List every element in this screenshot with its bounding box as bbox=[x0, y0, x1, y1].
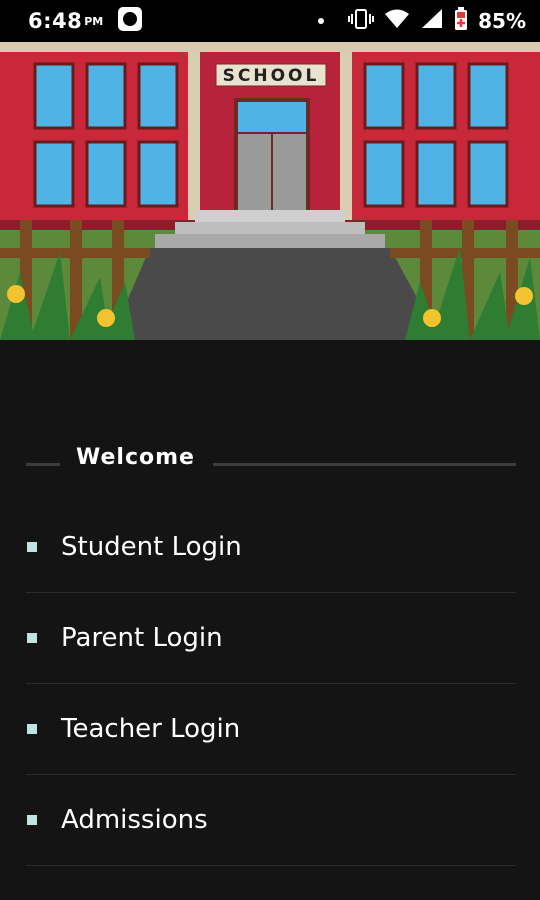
school-sign: SCHOOL bbox=[223, 66, 320, 86]
battery-icon bbox=[454, 7, 468, 35]
app-notification-icon bbox=[117, 6, 143, 36]
welcome-divider-left bbox=[26, 462, 60, 466]
welcome-header: Welcome bbox=[26, 440, 516, 474]
welcome-divider-right bbox=[212, 462, 516, 466]
admissions-label: Admissions bbox=[61, 805, 208, 835]
school-banner-image: SCHOOL bbox=[0, 42, 540, 340]
student-login-item[interactable]: Student Login bbox=[26, 502, 516, 593]
bullet-icon bbox=[27, 542, 37, 552]
bullet-icon bbox=[27, 633, 37, 643]
status-ampm: PM bbox=[84, 14, 104, 28]
parent-login-label: Parent Login bbox=[61, 623, 223, 653]
teacher-login-label: Teacher Login bbox=[61, 714, 241, 744]
signal-icon bbox=[420, 8, 444, 34]
battery-percent: 85% bbox=[478, 9, 526, 33]
bullet-icon bbox=[27, 724, 37, 734]
teacher-login-item[interactable]: Teacher Login bbox=[26, 684, 516, 775]
login-menu: Student Login Parent Login Teacher Login… bbox=[26, 502, 516, 866]
status-bar: 6:48 PM 85% bbox=[0, 0, 540, 42]
student-login-label: Student Login bbox=[61, 532, 242, 562]
vibrate-icon bbox=[348, 8, 375, 34]
dot-icon bbox=[318, 18, 325, 24]
wifi-icon bbox=[384, 8, 410, 34]
status-time: 6:48 bbox=[28, 9, 83, 33]
bullet-icon bbox=[27, 815, 37, 825]
admissions-item[interactable]: Admissions bbox=[26, 775, 516, 866]
welcome-label: Welcome bbox=[76, 444, 195, 470]
status-icons: 85% bbox=[318, 7, 526, 35]
parent-login-item[interactable]: Parent Login bbox=[26, 593, 516, 684]
